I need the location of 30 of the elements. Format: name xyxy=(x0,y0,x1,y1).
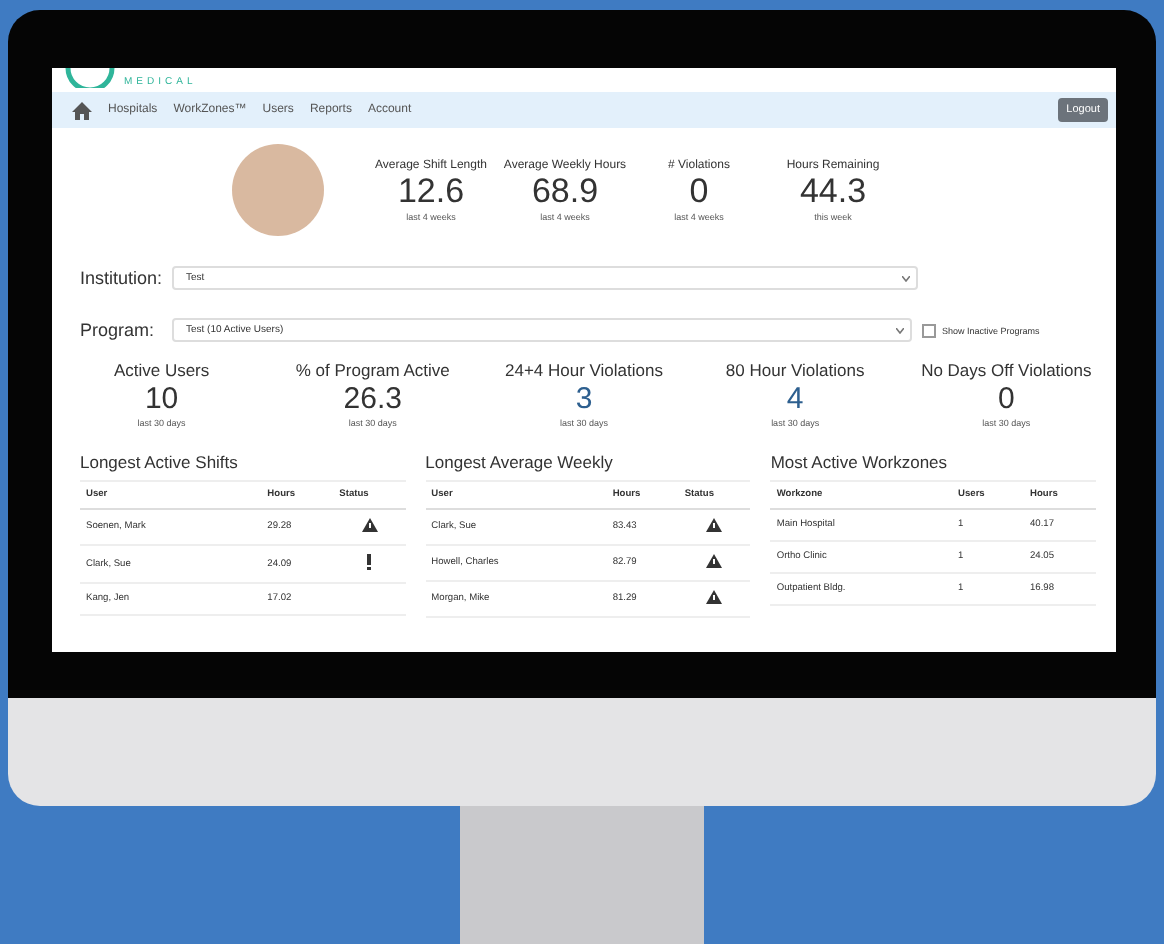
checkbox[interactable] xyxy=(922,323,936,337)
stat-label: Active Users xyxy=(113,360,210,380)
warning-icon xyxy=(706,554,723,568)
table-title: Most Active Workzones xyxy=(770,452,950,472)
summary-value: 12.6 xyxy=(397,171,465,211)
exclamation-icon xyxy=(366,554,373,570)
summary-value: 44.3 xyxy=(799,171,867,211)
stat-value: 26.3 xyxy=(343,380,402,418)
stat-value: 10 xyxy=(144,380,179,418)
caret-icon xyxy=(896,327,904,333)
avatar-placeholder xyxy=(232,144,324,236)
home-icon[interactable] xyxy=(72,101,92,119)
caret-icon xyxy=(902,275,910,281)
institution-label: Institution: xyxy=(80,268,165,288)
stat-label: No Days Off Violations xyxy=(921,360,1092,380)
summary-value: 68.9 xyxy=(531,171,599,211)
stat-value: 0 xyxy=(998,380,1015,418)
summary-value: 0 xyxy=(689,171,709,211)
stat-label: % of Program Active xyxy=(295,360,450,380)
stat-label: 80 Hour Violations xyxy=(725,360,865,380)
table-title: Longest Active Shifts xyxy=(80,452,240,472)
stat-label: 24+4 Hour Violations xyxy=(504,360,663,380)
program-label: Program: xyxy=(80,320,157,340)
stat-value-link[interactable]: 4 xyxy=(786,380,804,418)
table-title: Longest Average Weekly xyxy=(425,452,615,472)
warning-icon xyxy=(361,518,378,532)
stat-value-link[interactable]: 3 xyxy=(575,380,593,418)
logo-icon xyxy=(64,68,116,88)
warning-icon xyxy=(706,590,723,604)
warning-icon xyxy=(706,518,723,532)
